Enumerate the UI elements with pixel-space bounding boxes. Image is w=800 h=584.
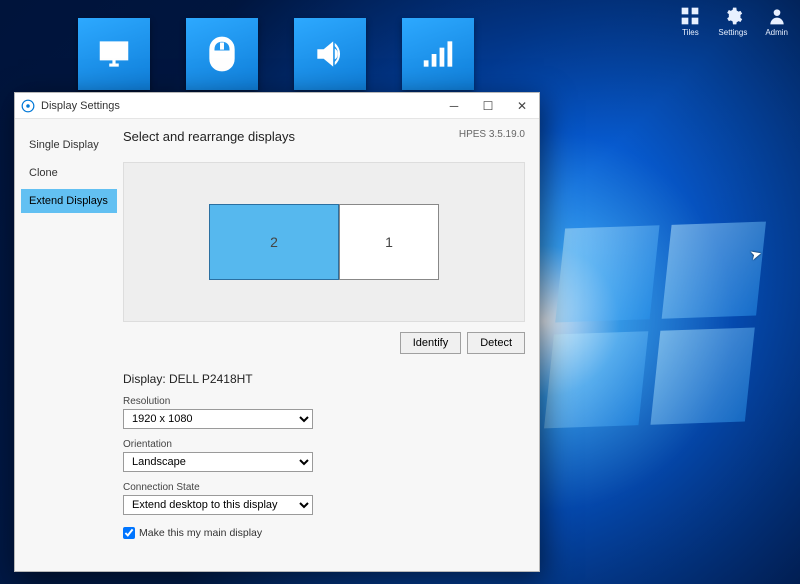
speaker-icon [311,35,349,73]
sidebar-item-single-display[interactable]: Single Display [21,133,117,157]
mouse-icon [203,35,241,73]
selected-display-label: Display: DELL P2418HT [123,372,525,386]
main-display-checkbox[interactable] [123,527,135,539]
resolution-select[interactable]: 1920 x 1080 [123,409,313,429]
identify-button[interactable]: Identify [400,332,461,354]
sidebar: Single Display Clone Extend Displays [15,119,117,571]
tiles-icon [680,6,700,26]
signal-icon [419,35,457,73]
arrange-displays-area[interactable]: 2 1 [123,162,525,322]
system-tray: Tiles Settings Admin [680,6,788,37]
orientation-select[interactable]: Landscape [123,452,313,472]
tile-network[interactable] [402,18,474,90]
sidebar-item-clone[interactable]: Clone [21,161,117,185]
maximize-button[interactable]: ☐ [471,93,505,119]
tile-mouse[interactable] [186,18,258,90]
gear-icon [723,6,743,26]
tray-tiles[interactable]: Tiles [680,6,700,37]
close-button[interactable]: ✕ [505,93,539,119]
tray-admin[interactable]: Admin [765,6,788,37]
version-label: HPES 3.5.19.0 [459,129,525,140]
display-box-1[interactable]: 1 [339,204,439,280]
minimize-button[interactable]: ─ [437,93,471,119]
quick-tiles [78,18,474,90]
connection-state-label: Connection State [123,482,525,493]
tray-admin-label: Admin [765,28,788,37]
user-icon [767,6,787,26]
app-icon [21,99,35,113]
tray-settings-label: Settings [718,28,747,37]
tile-display[interactable] [78,18,150,90]
display-layout: 2 1 [209,204,439,280]
connection-state-select[interactable]: Extend desktop to this display [123,495,313,515]
desktop-windows-logo [544,222,766,429]
window-controls: ─ ☐ ✕ [437,93,539,119]
tray-settings[interactable]: Settings [718,6,747,37]
display-settings-window: Display Settings ─ ☐ ✕ Single Display Cl… [14,92,540,572]
display-box-2[interactable]: 2 [209,204,339,280]
window-title: Display Settings [41,100,120,112]
orientation-label: Orientation [123,439,525,450]
main-display-checkbox-label: Make this my main display [139,527,262,539]
tray-tiles-label: Tiles [682,28,699,37]
sidebar-item-extend-displays[interactable]: Extend Displays [21,189,117,213]
main-display-checkbox-row[interactable]: Make this my main display [123,527,525,539]
titlebar[interactable]: Display Settings ─ ☐ ✕ [15,93,539,119]
resolution-label: Resolution [123,396,525,407]
detect-button[interactable]: Detect [467,332,525,354]
tile-sound[interactable] [294,18,366,90]
monitor-icon [95,35,133,73]
main-panel: Select and rearrange displays HPES 3.5.1… [117,119,539,571]
